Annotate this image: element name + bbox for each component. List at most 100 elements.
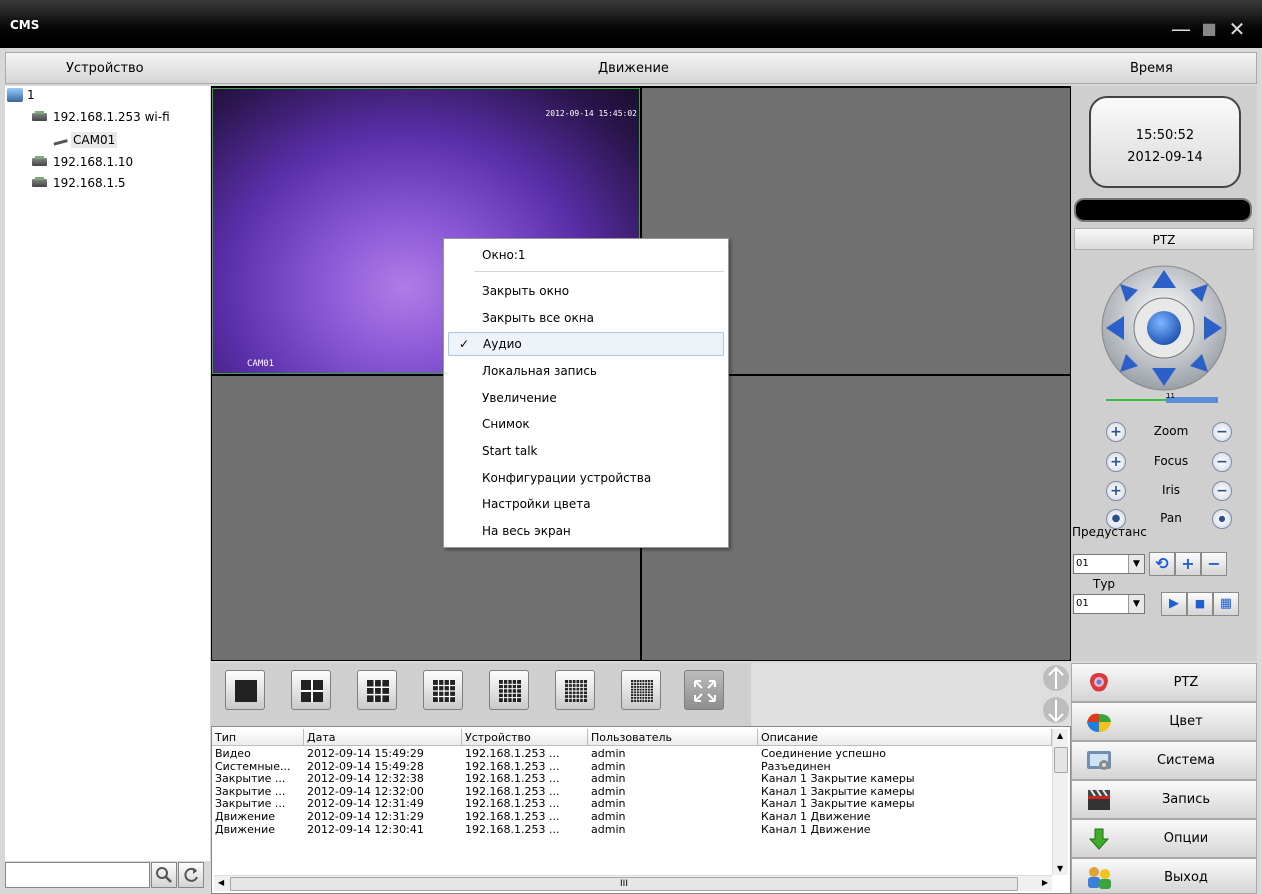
menu-item-fullscreen[interactable]: На весь экран [448, 519, 724, 543]
zoom-out-button[interactable]: − [1212, 422, 1232, 442]
table-row[interactable]: Движение 2012-09-14 12:31:29 192.168.1.253… [212, 811, 1052, 823]
tour-stop-button[interactable]: ■ [1187, 592, 1213, 616]
layout-25-button[interactable] [489, 670, 529, 710]
scroll-down-icon[interactable]: ▼ [1057, 864, 1063, 873]
layout-36-button[interactable] [555, 670, 595, 710]
tour-select[interactable]: 01 ▼ [1073, 594, 1145, 614]
table-cell: Закрытие ... [215, 785, 286, 798]
table-row[interactable]: Закрытие ... 2012-09-14 12:32:38 192.168.1… [212, 773, 1052, 785]
minimize-button[interactable]: — [1170, 18, 1192, 40]
layout-9-button[interactable] [357, 670, 397, 710]
scroll-thumb[interactable]: III [230, 877, 1018, 891]
refresh-button[interactable] [178, 862, 204, 888]
preset-select[interactable]: 01 ▼ [1073, 554, 1145, 574]
device-column-label: Устройство [66, 61, 144, 76]
focus-out-button[interactable]: − [1212, 452, 1232, 472]
scroll-right-icon[interactable]: ▶ [1042, 878, 1048, 887]
tree-item-device-10[interactable]: 192.168.1.10 [31, 155, 133, 169]
device-tree: 1 192.168.1.253 wi-fi CAM01 192.168.1.10… [5, 86, 210, 861]
preset-add-button[interactable]: + [1175, 552, 1201, 576]
table-cell: admin [591, 823, 626, 836]
log-scroll-arrows [1041, 663, 1071, 726]
nav-label: Опции [1163, 831, 1209, 846]
table-row[interactable]: Движение 2012-09-14 12:30:41 192.168.1.253… [212, 824, 1052, 836]
table-row[interactable]: Закрытие ... 2012-09-14 12:32:00 192.168.1… [212, 786, 1052, 798]
table-cell: 2012-09-14 12:31:49 [307, 798, 424, 811]
menu-item-local-record[interactable]: Локальная запись [448, 359, 724, 383]
checkmark-icon: ✓ [459, 337, 470, 351]
table-cell: Движение [215, 811, 276, 823]
table-cell: Канал 1 Закрытие камеры [761, 798, 915, 811]
table-cell: 2012-09-14 15:49:29 [307, 748, 424, 760]
layout-64-button[interactable] [621, 670, 661, 710]
time-column-label: Время [1130, 61, 1173, 76]
table-row[interactable]: Закрытие ... 2012-09-14 12:31:49 192.168.1… [212, 798, 1052, 810]
table-cell: Закрытие ... [215, 798, 286, 811]
search-button[interactable] [151, 862, 177, 888]
nav-color-button[interactable]: Цвет [1071, 702, 1257, 741]
nav-record-button[interactable]: Запись [1071, 780, 1257, 819]
menu-item-start-talk[interactable]: Start talk [448, 439, 724, 463]
zoom-in-button[interactable]: + [1106, 422, 1126, 442]
ptz-speed-slider[interactable]: 11 [1106, 393, 1218, 405]
table-cell: Движение [215, 823, 276, 836]
device-search-input[interactable] [5, 862, 150, 888]
scroll-arrows-icon[interactable] [1041, 663, 1071, 726]
tree-item-device-5[interactable]: 192.168.1.5 [31, 176, 126, 190]
menu-item-close-all-windows[interactable]: Закрыть все окна [448, 306, 724, 330]
ptz-header: PTZ [1074, 228, 1254, 250]
color-icon [1087, 713, 1111, 732]
log-col-date[interactable]: Дата [304, 729, 462, 746]
log-col-type[interactable]: Тип [212, 729, 304, 746]
layout-1-button[interactable] [225, 670, 265, 710]
log-vertical-scrollbar[interactable]: ▲ ▼ [1052, 729, 1068, 875]
tree-item-cam01[interactable]: CAM01 [52, 132, 118, 148]
focus-in-button[interactable]: + [1106, 452, 1126, 472]
menu-separator [474, 271, 724, 272]
layout-16-button[interactable] [423, 670, 463, 710]
focus-control: + Focus − [1106, 450, 1236, 474]
preset-value: 01 [1076, 558, 1089, 569]
nav-ptz-button[interactable]: PTZ [1071, 663, 1257, 702]
ptz-joystick[interactable] [1100, 264, 1228, 392]
table-row[interactable]: Видео 2012-09-14 15:49:29 192.168.1.253 ..… [212, 748, 1052, 760]
menu-item-snapshot[interactable]: Снимок [448, 412, 724, 436]
nav-system-button[interactable]: Система [1071, 741, 1257, 780]
scroll-left-icon[interactable]: ◀ [218, 878, 224, 887]
log-col-device[interactable]: Устройство [462, 729, 588, 746]
menu-item-close-window[interactable]: Закрыть окно [448, 279, 724, 303]
tour-grid-button[interactable]: ▦ [1213, 592, 1239, 616]
nav-options-button[interactable]: Опции [1071, 819, 1257, 858]
fullscreen-button[interactable] [684, 670, 724, 710]
nav-label: Запись [1161, 792, 1211, 807]
iris-close-button[interactable]: − [1212, 481, 1232, 501]
menu-item-device-config[interactable]: Конфигурации устройства [448, 466, 724, 490]
table-cell: 192.168.1.253 ... [465, 748, 560, 760]
scroll-up-icon[interactable]: ▲ [1057, 731, 1063, 740]
close-button[interactable]: ✕ [1226, 18, 1248, 40]
table-cell: 2012-09-14 15:49:28 [307, 760, 424, 773]
layout-4-button[interactable] [291, 670, 331, 710]
table-row[interactable]: Системные... 2012-09-14 15:49:28 192.168.1… [212, 761, 1052, 773]
ptz-icon [1090, 673, 1108, 692]
preset-goto-button[interactable]: ⟲ [1149, 552, 1175, 576]
tour-label: Тур [1093, 577, 1116, 591]
menu-item-zoom[interactable]: Увеличение [448, 386, 724, 410]
maximize-button[interactable]: ■ [1198, 18, 1220, 40]
menu-item-audio[interactable]: ✓ Аудио [448, 332, 724, 356]
table-cell: 192.168.1.253 ... [465, 760, 560, 773]
log-col-description[interactable]: Описание [758, 729, 1052, 746]
joystick-center-button[interactable] [1147, 311, 1181, 345]
pan-stop-button[interactable]: ● [1212, 509, 1232, 529]
log-horizontal-scrollbar[interactable]: ◀ III ▶ [214, 875, 1052, 891]
nav-label: Выход [1164, 870, 1208, 885]
nav-exit-button[interactable]: Выход [1071, 858, 1257, 894]
tour-play-button[interactable]: ▶ [1161, 592, 1187, 616]
tree-item-device-253[interactable]: 192.168.1.253 wi-fi [31, 110, 170, 124]
scroll-thumb[interactable] [1054, 747, 1068, 773]
tree-root[interactable]: 1 [7, 88, 35, 102]
iris-open-button[interactable]: + [1106, 481, 1126, 501]
preset-remove-button[interactable]: − [1201, 552, 1227, 576]
log-col-user[interactable]: Пользователь [588, 729, 758, 746]
menu-item-color-settings[interactable]: Настройки цвета [448, 492, 724, 516]
